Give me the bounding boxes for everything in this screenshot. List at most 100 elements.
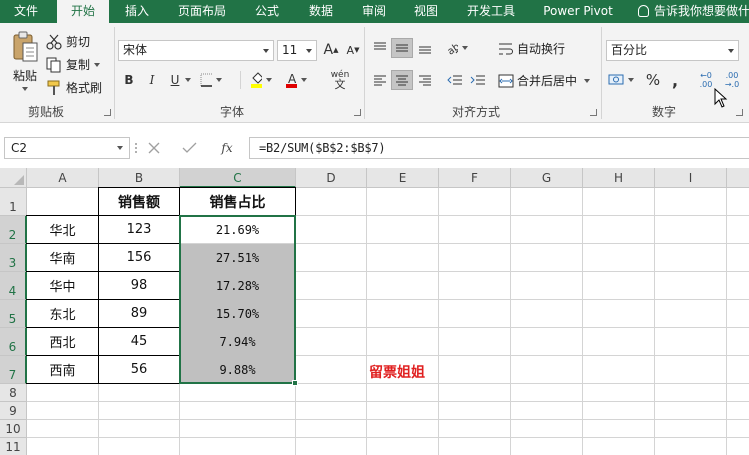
insert-function-button[interactable]: fx	[215, 138, 239, 158]
cut-button[interactable]: 剪切	[46, 33, 90, 50]
cell-a3[interactable]: 华南	[27, 244, 98, 271]
table-border	[295, 188, 296, 216]
tab-home[interactable]: 开始	[57, 0, 109, 23]
cell-a4[interactable]: 华中	[27, 272, 98, 299]
cell-b1[interactable]: 销售额	[99, 188, 179, 215]
tab-file[interactable]: 文件	[0, 0, 52, 23]
row-header-9[interactable]: 9	[0, 402, 27, 420]
wrap-text-button[interactable]: 自动换行	[498, 40, 565, 57]
dialog-launcher-icon[interactable]	[590, 109, 597, 116]
gridline	[654, 188, 655, 455]
increase-indent-button[interactable]	[467, 70, 489, 90]
column-header-f[interactable]: F	[439, 168, 511, 188]
column-header-h[interactable]: H	[583, 168, 655, 188]
fill-color-button[interactable]	[250, 70, 272, 90]
cell-b3[interactable]: 156	[99, 244, 179, 271]
column-header-g[interactable]: G	[511, 168, 583, 188]
tab-formulas[interactable]: 公式	[245, 0, 289, 23]
copy-button[interactable]: 复制	[46, 56, 101, 73]
comma-style-button[interactable]: ,	[664, 70, 686, 90]
decrease-indent-button[interactable]	[444, 70, 466, 90]
align-top-button[interactable]	[369, 38, 391, 58]
tab-view[interactable]: 视图	[404, 0, 448, 23]
cell-b4[interactable]: 98	[99, 272, 179, 299]
align-middle-button[interactable]	[391, 38, 413, 58]
cell-a5[interactable]: 东北	[27, 300, 98, 327]
tell-me-box[interactable]: 告诉我你想要做什	[638, 0, 749, 23]
column-header-b[interactable]: B	[99, 168, 180, 188]
confirm-entry-button[interactable]	[180, 138, 200, 158]
cell-a2[interactable]: 华北	[27, 216, 98, 243]
row-header-11[interactable]: 11	[0, 438, 27, 455]
phonetic-button[interactable]: wén 文	[326, 68, 354, 92]
tab-insert[interactable]: 插入	[112, 0, 162, 23]
decrease-indent-icon	[447, 75, 462, 85]
select-all-button[interactable]	[0, 168, 27, 188]
formula-input[interactable]: =B2/SUM($B$2:$B$7)	[249, 137, 749, 159]
column-header-next[interactable]	[727, 168, 749, 188]
row-header-2[interactable]: 2	[0, 216, 27, 244]
cell-b2[interactable]: 123	[99, 216, 179, 243]
row-header-7[interactable]: 7	[0, 356, 27, 384]
font-size-combo[interactable]: 11	[277, 40, 317, 61]
align-bottom-button[interactable]	[414, 38, 436, 58]
bold-button[interactable]: B	[118, 70, 140, 90]
column-header-c[interactable]: C	[180, 168, 296, 188]
worksheet-grid: A B C D E F G H I 1 2 3 4 5 6 7 8 9 10 1…	[0, 168, 749, 455]
row-header-3[interactable]: 3	[0, 244, 27, 272]
row-header-8[interactable]: 8	[0, 384, 27, 402]
underline-dropdown[interactable]	[182, 70, 194, 90]
row-header-4[interactable]: 4	[0, 272, 27, 300]
row-header-5[interactable]: 5	[0, 300, 27, 328]
name-box[interactable]: C2	[4, 137, 130, 159]
orientation-button[interactable]: ab	[446, 38, 468, 58]
scissors-icon	[46, 34, 62, 50]
column-header-i[interactable]: I	[655, 168, 727, 188]
dialog-launcher-icon[interactable]	[104, 109, 111, 116]
increase-indent-icon	[470, 75, 485, 85]
italic-button[interactable]: I	[141, 70, 163, 90]
copy-label: 复制	[66, 58, 91, 72]
row-header-10[interactable]: 10	[0, 420, 27, 438]
tab-data[interactable]: 数据	[299, 0, 343, 23]
grow-font-button[interactable]: A ▲	[320, 40, 342, 60]
align-right-button[interactable]	[414, 70, 436, 90]
percent-style-button[interactable]: %	[642, 70, 664, 90]
cell-b5[interactable]: 89	[99, 300, 179, 327]
cell-c1[interactable]: 销售占比	[180, 188, 295, 215]
font-color-button[interactable]: A	[285, 70, 307, 90]
bold-icon: B	[124, 73, 134, 87]
grow-font-icon: A	[323, 42, 334, 58]
cell-b7[interactable]: 56	[99, 356, 179, 383]
align-center-button[interactable]	[391, 70, 413, 90]
shrink-font-button[interactable]: A ▼	[342, 40, 364, 60]
tab-review[interactable]: 审阅	[352, 0, 396, 23]
group-separator	[364, 27, 365, 119]
font-name-combo[interactable]: 宋体	[118, 40, 274, 61]
tab-developer[interactable]: 开发工具	[458, 0, 524, 23]
accounting-format-button[interactable]	[608, 70, 634, 90]
tab-power-pivot[interactable]: Power Pivot	[535, 0, 621, 23]
merge-center-button[interactable]: 合并后居中	[498, 72, 591, 89]
caret-down-icon: ▼	[354, 46, 360, 54]
fill-handle-icon[interactable]	[292, 380, 298, 386]
dialog-launcher-icon[interactable]	[736, 109, 743, 116]
comma-icon: ,	[671, 70, 679, 90]
column-header-e[interactable]: E	[367, 168, 439, 188]
cell-b6[interactable]: 45	[99, 328, 179, 355]
cell-a6[interactable]: 西北	[27, 328, 98, 355]
table-border	[26, 327, 180, 328]
column-header-a[interactable]: A	[27, 168, 99, 188]
format-painter-button[interactable]: 格式刷	[46, 79, 102, 96]
row-header-1[interactable]: 1	[0, 188, 27, 216]
paste-button[interactable]: 粘贴	[8, 31, 42, 97]
tab-page-layout[interactable]: 页面布局	[170, 0, 234, 23]
align-left-button[interactable]	[369, 70, 391, 90]
column-header-d[interactable]: D	[296, 168, 367, 188]
row-header-6[interactable]: 6	[0, 328, 27, 356]
cell-a7[interactable]: 西南	[27, 356, 98, 383]
borders-button[interactable]	[200, 70, 222, 90]
number-format-combo[interactable]: 百分比	[606, 40, 739, 61]
dialog-launcher-icon[interactable]	[354, 109, 361, 116]
cancel-entry-button[interactable]	[147, 138, 167, 158]
